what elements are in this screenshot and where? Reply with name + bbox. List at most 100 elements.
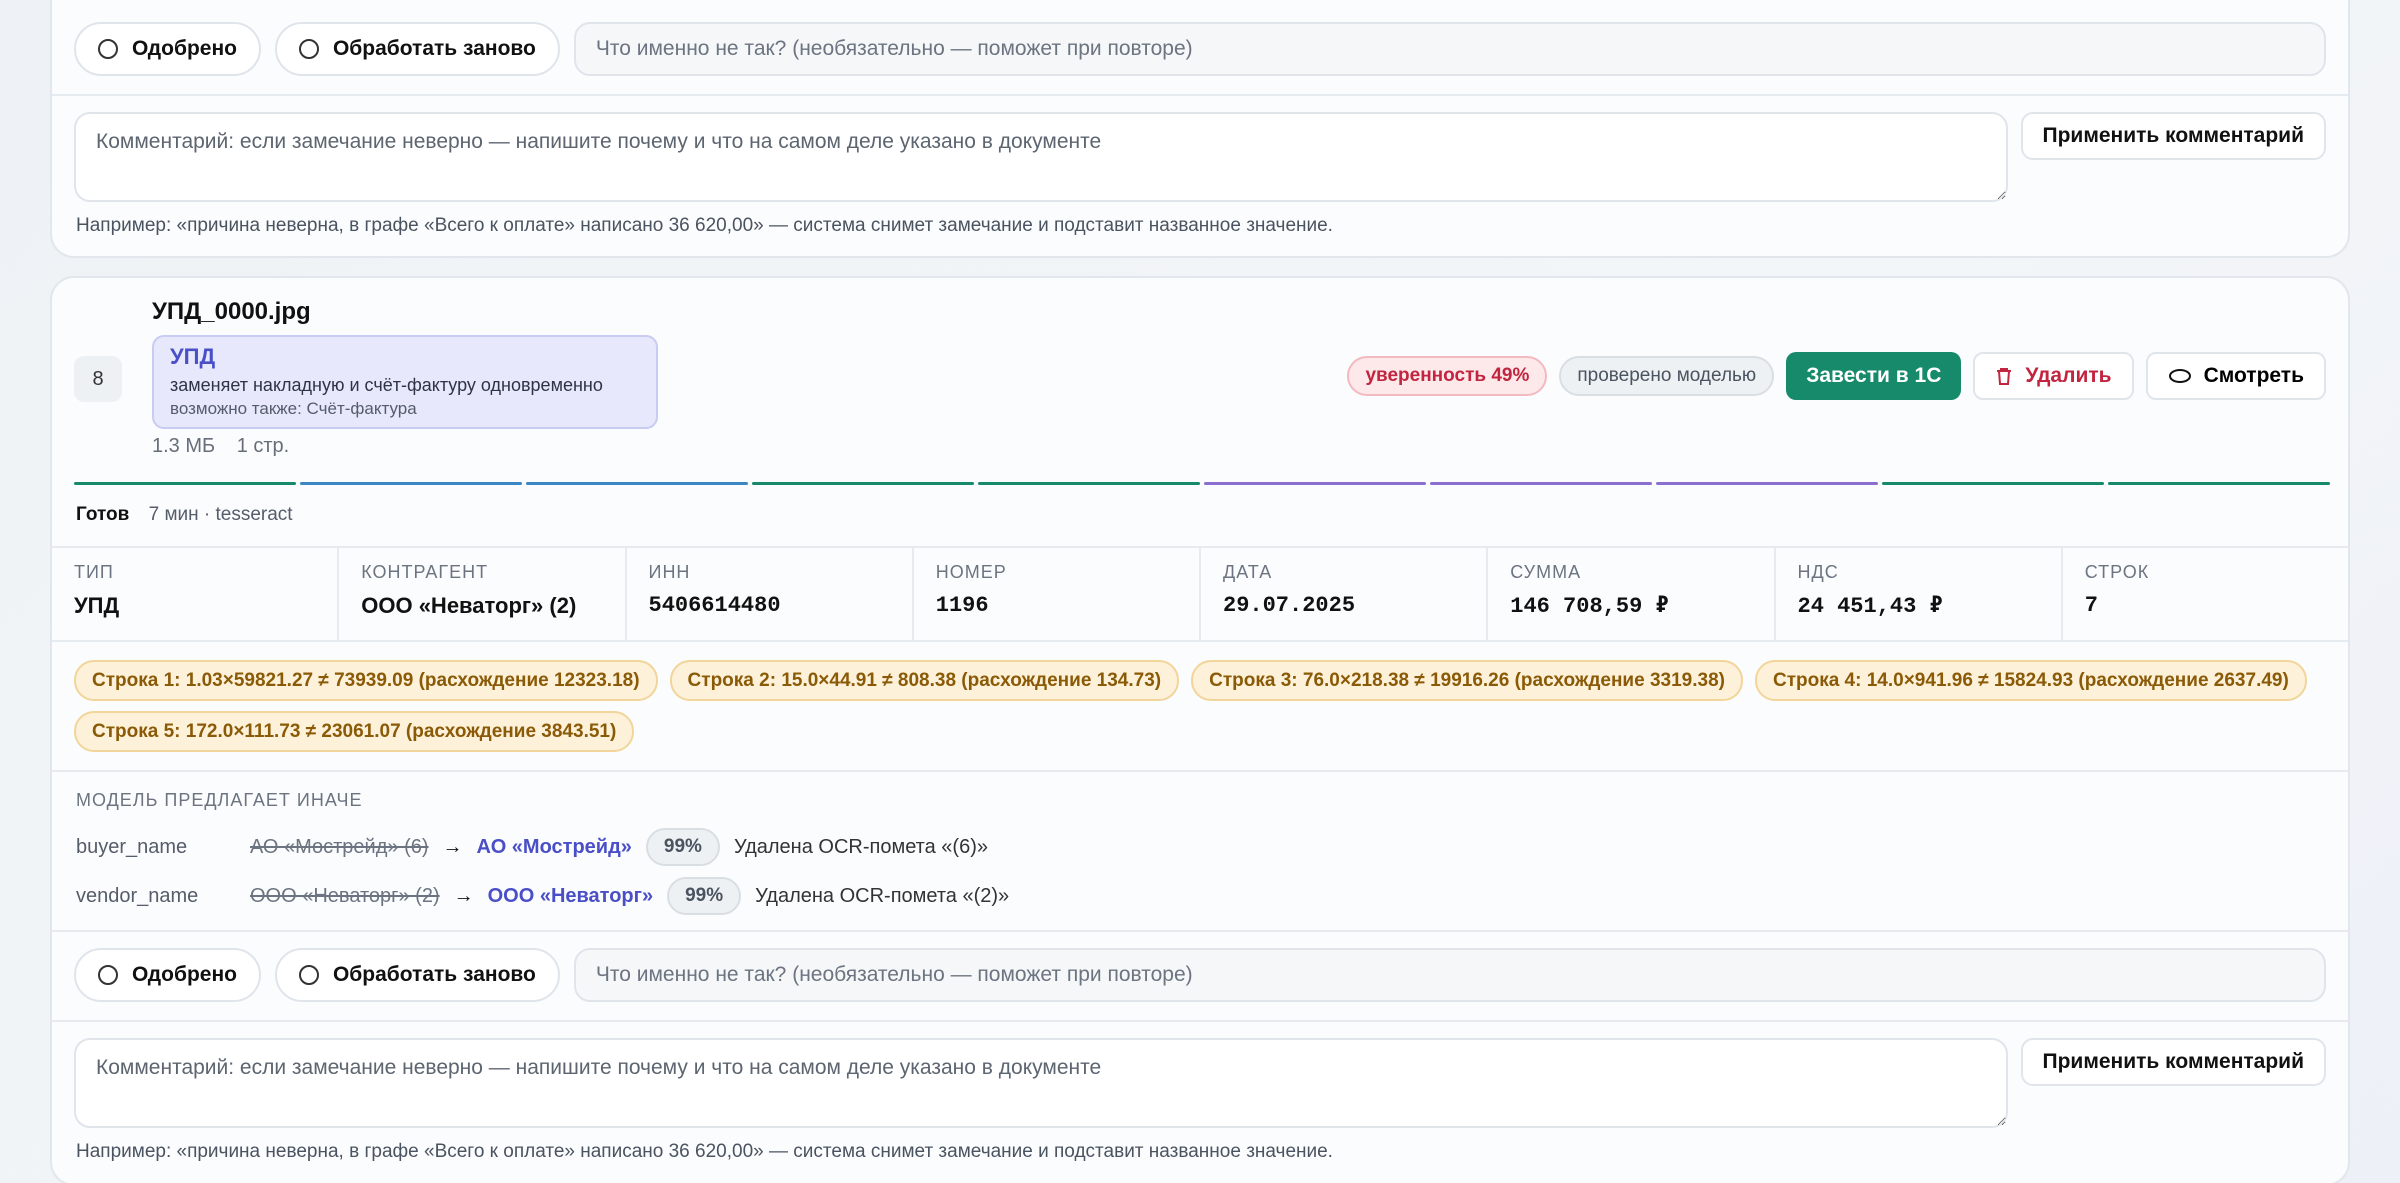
field-value: 1196 <box>935 593 989 618</box>
suggestion-field: buyer_name <box>76 835 188 858</box>
reprocess-note-input[interactable] <box>573 22 2326 76</box>
comment-hint: Например: «причина неверна, в графе «Все… <box>76 1141 1333 1162</box>
apply-comment-button[interactable]: Применить комментарий <box>2020 112 2326 160</box>
delete-button[interactable]: Удалить <box>1973 352 2134 400</box>
comment-textarea[interactable] <box>74 112 2008 202</box>
warning-badge: Строка 4: 14.0×941.96 ≠ 15824.93 (расхож… <box>1754 660 2307 701</box>
field-type: ТИП УПД <box>52 548 340 640</box>
divider <box>52 1020 2348 1022</box>
view-label: Смотреть <box>2203 364 2304 387</box>
suggestion-row: buyer_name АО «Мострейд» (6) → АО «Мостр… <box>76 828 988 866</box>
progress-segment <box>1656 482 1878 485</box>
divider <box>52 930 2348 932</box>
file-meta: 1.3 МБ 1 стр. <box>152 435 305 458</box>
field-value: 24 451,43 ₽ <box>1797 594 1943 619</box>
approved-label: Одобрено <box>132 963 237 986</box>
pipeline-progress <box>74 482 2330 485</box>
warning-badge: Строка 5: 172.0×111.73 ≠ 23061.07 (расхо… <box>74 711 635 752</box>
model-suggestions: МОДЕЛЬ ПРЕДЛАГАЕТ ИНАЧЕ buyer_name АО «М… <box>52 770 2348 930</box>
suggestion-note: Удалена OCR-помета «(6)» <box>733 835 988 858</box>
field-value: 146 708,59 ₽ <box>1510 594 1669 619</box>
checked-badge: проверено моделью <box>1559 356 1775 396</box>
document-type-alternative: возможно также: Счёт-фактура <box>170 399 417 418</box>
suggestion-new-value: ООО «Неваторг» <box>487 884 654 907</box>
document-type-description: заменяет накладную и счёт-фактуру одновр… <box>170 375 603 395</box>
reprocess-label: Обработать заново <box>332 37 536 60</box>
suggestion-row: vendor_name ООО «Неваторг» (2) → ООО «Не… <box>76 877 1009 915</box>
reprocess-radio[interactable]: Обработать заново <box>274 22 560 76</box>
suggestion-confidence: 99% <box>667 877 742 915</box>
field-number: НОМЕР 1196 <box>914 548 1201 640</box>
field-label: ТИП <box>74 562 114 582</box>
suggestion-field: vendor_name <box>76 884 199 907</box>
field-vat: НДС 24 451,43 ₽ <box>1776 548 2063 640</box>
document-filename: УПД_0000.jpg <box>152 298 311 325</box>
field-label: ДАТА <box>1223 562 1273 582</box>
suggestion-new-value: АО «Мострейд» <box>476 835 632 858</box>
file-pages: 1 стр. <box>236 435 290 457</box>
document-type-box: УПД заменяет накладную и счёт-фактуру од… <box>152 335 658 429</box>
view-button[interactable]: Смотреть <box>2145 352 2326 400</box>
field-value: ООО «Неваторг» (2) <box>361 593 577 618</box>
import-1c-button[interactable]: Завести в 1С <box>1786 352 1962 400</box>
suggestion-note: Удалена OCR-помета «(2)» <box>755 884 1010 907</box>
review-row: Одобрено Обработать заново <box>52 22 2348 76</box>
file-size: 1.3 МБ <box>152 435 216 457</box>
progress-segment <box>978 482 1200 485</box>
progress-segment <box>1204 482 1426 485</box>
extracted-fields: ТИП УПД КОНТРАГЕНТ ООО «Неваторг» (2) ИН… <box>52 546 2348 642</box>
approved-radio[interactable]: Одобрено <box>74 22 261 76</box>
delete-label: Удалить <box>2025 364 2112 387</box>
field-date: ДАТА 29.07.2025 <box>1201 548 1489 640</box>
apply-comment-button[interactable]: Применить комментарий <box>2020 1038 2326 1086</box>
progress-segment <box>300 482 522 485</box>
document-index-badge: 8 <box>74 356 122 402</box>
comment-hint: Например: «причина неверна, в графе «Все… <box>76 215 1333 236</box>
trash-icon <box>1997 368 2012 385</box>
validation-warnings: Строка 1: 1.03×59821.27 ≠ 73939.09 (расх… <box>74 660 2330 752</box>
field-value: 29.07.2025 <box>1223 593 1356 618</box>
progress-segment <box>1430 482 1652 485</box>
progress-segment <box>2108 482 2330 485</box>
document-type-title: УПД <box>170 344 216 369</box>
field-label: НДС <box>1797 562 1839 582</box>
previous-document-card: Одобрено Обработать заново Применить ком… <box>50 0 2350 258</box>
radio-circle-icon[interactable] <box>98 39 118 59</box>
warning-badge: Строка 3: 76.0×218.38 ≠ 19916.26 (расхож… <box>1191 660 1743 701</box>
suggestion-old-value: ООО «Неваторг» (2) <box>250 884 440 907</box>
progress-segment <box>1882 482 2104 485</box>
status-label: Готов <box>76 504 130 525</box>
field-rows: СТРОК 7 <box>2063 548 2348 640</box>
field-value: 7 <box>2084 593 2098 618</box>
field-inn: ИНН 5406614480 <box>627 548 914 640</box>
review-row: Одобрено Обработать заново <box>52 948 2348 1002</box>
arrow-right-icon: → <box>442 835 463 858</box>
field-label: СУММА <box>1510 562 1582 582</box>
eye-icon <box>2168 369 2191 383</box>
radio-circle-icon[interactable] <box>298 39 319 59</box>
field-label: СТРОК <box>2084 562 2150 582</box>
field-value: УПД <box>74 593 120 618</box>
reprocess-radio[interactable]: Обработать заново <box>274 948 560 1002</box>
field-label: НОМЕР <box>935 562 1007 582</box>
divider <box>52 94 2348 96</box>
comment-textarea[interactable] <box>74 1038 2008 1128</box>
reprocess-note-input[interactable] <box>573 948 2326 1002</box>
status-meta: 7 мин · tesseract <box>148 504 293 525</box>
reprocess-label: Обработать заново <box>332 963 536 986</box>
confidence-badge: уверенность 49% <box>1347 356 1548 396</box>
suggestions-title: МОДЕЛЬ ПРЕДЛАГАЕТ ИНАЧЕ <box>76 790 363 810</box>
progress-segment <box>752 482 974 485</box>
progress-segment <box>74 482 296 485</box>
radio-circle-icon[interactable] <box>98 965 118 985</box>
approved-radio[interactable]: Одобрено <box>74 948 261 1002</box>
warning-badge: Строка 1: 1.03×59821.27 ≠ 73939.09 (расх… <box>74 660 658 701</box>
suggestion-old-value: АО «Мострейд» (6) <box>250 835 429 858</box>
suggestion-confidence: 99% <box>645 828 720 866</box>
arrow-right-icon: → <box>453 884 474 907</box>
field-counterparty: КОНТРАГЕНТ ООО «Неваторг» (2) <box>339 548 627 640</box>
radio-circle-icon[interactable] <box>298 965 319 985</box>
field-label: ИНН <box>648 562 691 582</box>
approved-label: Одобрено <box>132 37 237 60</box>
processing-status: Готов 7 мин · tesseract <box>76 504 293 526</box>
